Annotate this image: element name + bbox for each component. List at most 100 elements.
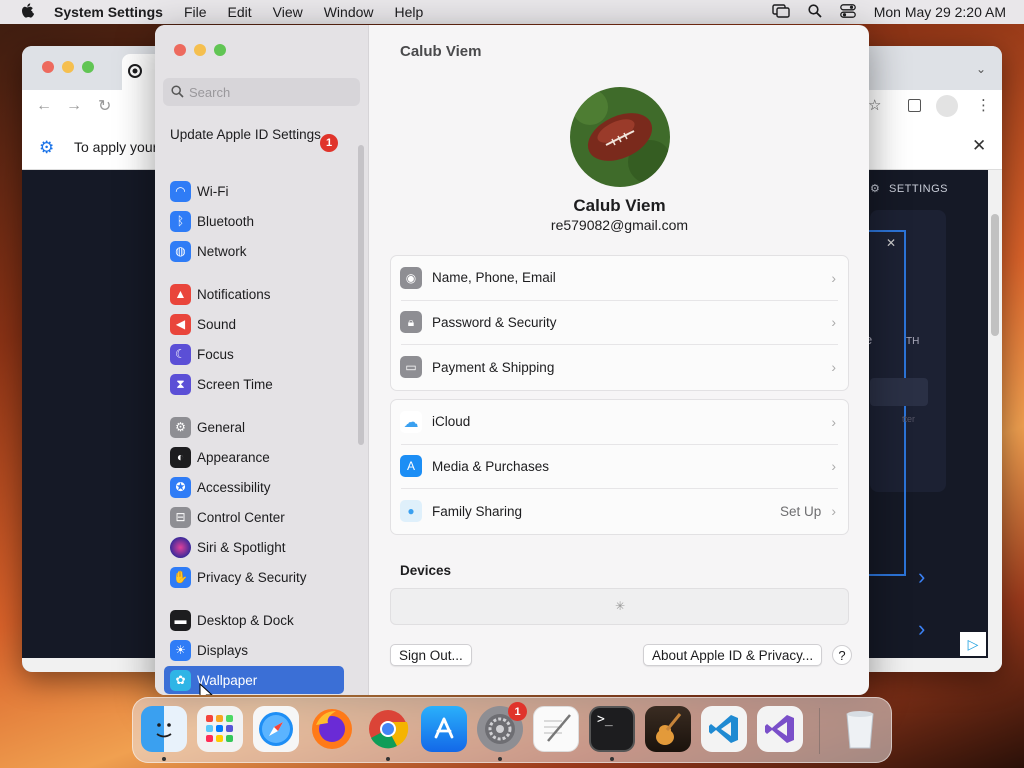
firefox-icon[interactable]	[309, 706, 355, 752]
terminal-icon[interactable]: >_	[589, 706, 635, 752]
browser-close-button[interactable]	[42, 61, 54, 73]
about-apple-id-privacy-button[interactable]: About Apple ID & Privacy...	[643, 644, 823, 666]
sidebar-item-siri-spotlight[interactable]: Siri & Spotlight	[164, 533, 344, 561]
screen-mirroring-icon[interactable]	[772, 3, 790, 21]
window-close-button[interactable]	[174, 44, 186, 56]
settings-search-input[interactable]: Search	[163, 78, 360, 106]
menu-file[interactable]: File	[184, 4, 207, 20]
sidebar-item-sound[interactable]: ◀ Sound	[164, 310, 344, 338]
row-icloud[interactable]: ☁ iCloud ›	[400, 400, 838, 445]
sidebar-item-label: Desktop & Dock	[197, 612, 294, 628]
side-panel-icon[interactable]	[908, 99, 921, 112]
profile-avatar-icon[interactable]	[936, 95, 958, 117]
dock-separator	[819, 708, 820, 754]
row-payment-shipping[interactable]: ▭ Payment & Shipping ›	[400, 345, 838, 390]
system-settings-badge: 1	[508, 702, 527, 721]
sidebar-item-wallpaper[interactable]: ✿ Wallpaper	[164, 666, 344, 694]
sidebar-item-control-center[interactable]: ⊟ Control Center	[164, 503, 344, 531]
page-settings-icon[interactable]: ⚙	[870, 182, 880, 195]
apple-menu-icon[interactable]	[20, 2, 36, 22]
sidebar-scrollbar[interactable]	[358, 145, 364, 445]
safari-icon[interactable]	[253, 706, 299, 752]
avatar[interactable]	[570, 87, 670, 187]
textedit-icon[interactable]	[533, 706, 579, 752]
finder-icon[interactable]	[141, 706, 187, 752]
reload-icon[interactable]: ↻	[98, 96, 111, 116]
app-store-dock-icon[interactable]	[421, 706, 467, 752]
wallpaper-icon: ✿	[170, 669, 191, 691]
row-label: iCloud	[432, 414, 471, 430]
row-family-sharing[interactable]: ● Family Sharing Set Up ›	[400, 489, 838, 534]
sidebar-item-update-apple-id[interactable]: Update Apple ID Settings	[170, 127, 340, 143]
vscode-icon[interactable]	[701, 706, 747, 752]
row-label: Password & Security	[432, 314, 557, 330]
sidebar-item-privacy-security[interactable]: ✋ Privacy & Security	[164, 563, 344, 591]
tab-list-chevron-icon[interactable]: ⌄	[976, 62, 986, 76]
control-center-icon[interactable]	[839, 3, 856, 21]
settings-sidebar: Search Update Apple ID Settings 1 ◠ Wi-F…	[155, 25, 369, 695]
browser-menu-icon[interactable]: ⋮	[976, 96, 991, 114]
forward-arrow-icon[interactable]: →	[66, 97, 82, 115]
dock-running-indicator	[386, 757, 390, 761]
infobar-gear-icon: ⚙	[39, 138, 55, 157]
sidebar-item-label: Sound	[197, 316, 237, 332]
page-next-arrow-icon[interactable]: ›	[918, 564, 925, 590]
page-next-arrow-icon-2[interactable]: ›	[918, 616, 925, 642]
sidebar-item-accessibility[interactable]: ✪ Accessibility	[164, 473, 344, 501]
page-scrollbar-thumb[interactable]	[991, 214, 999, 336]
sidebar-item-desktop-dock[interactable]: ▬ Desktop & Dock	[164, 606, 344, 634]
sidebar-item-network[interactable]: ◍ Network	[164, 237, 344, 265]
menu-window[interactable]: Window	[324, 4, 374, 20]
sidebar-item-displays[interactable]: ☀ Displays	[164, 636, 344, 664]
menu-edit[interactable]: Edit	[228, 4, 252, 20]
chevron-right-icon: ›	[831, 314, 836, 331]
sidebar-item-screen-time[interactable]: ⧗ Screen Time	[164, 370, 344, 398]
browser-minimize-button[interactable]	[62, 61, 74, 73]
accessibility-icon: ✪	[170, 476, 191, 498]
page-input-partial[interactable]	[870, 378, 928, 406]
sidebar-item-notifications[interactable]: ▲ Notifications	[164, 280, 344, 308]
chrome-icon[interactable]	[365, 706, 411, 752]
ad-choices-icon[interactable]: ▷	[960, 632, 986, 656]
menu-help[interactable]: Help	[395, 4, 424, 20]
loading-spinner-icon: ✳	[615, 599, 626, 613]
window-zoom-button[interactable]	[214, 44, 226, 56]
dock-running-indicator	[498, 757, 502, 761]
infobar-close-icon[interactable]: ✕	[972, 136, 986, 156]
spotlight-search-icon[interactable]	[808, 3, 822, 21]
row-password-security[interactable]: 🔒︎ Password & Security ›	[400, 301, 838, 345]
sidebar-item-appearance[interactable]: ◐ Appearance	[164, 443, 344, 471]
row-name-phone-email[interactable]: ◉ Name, Phone, Email ›	[400, 256, 838, 301]
page-scrollbar[interactable]	[988, 170, 1002, 672]
sidebar-item-label: Screen Time	[197, 376, 273, 392]
row-label: Payment & Shipping	[432, 359, 555, 375]
garageband-icon[interactable]	[645, 706, 691, 752]
gear-icon: ⚙	[170, 416, 191, 438]
row-label: Name, Phone, Email	[432, 270, 556, 286]
bookmark-star-icon[interactable]: ☆	[868, 96, 881, 114]
menu-view[interactable]: View	[273, 4, 303, 20]
back-arrow-icon[interactable]: ←	[36, 97, 52, 115]
sidebar-item-label: Bluetooth	[197, 213, 255, 229]
menu-app-name[interactable]: System Settings	[54, 4, 163, 20]
page-settings-label[interactable]: SETTINGS	[889, 183, 948, 195]
trash-icon[interactable]	[837, 706, 883, 752]
sign-out-button[interactable]: Sign Out...	[390, 644, 472, 666]
sidebar-item-general[interactable]: ⚙ General	[164, 413, 344, 441]
launchpad-icon[interactable]	[197, 706, 243, 752]
help-button[interactable]: ?	[832, 645, 852, 665]
speaker-icon: ◀	[170, 313, 191, 335]
page-title: Calub Viem	[400, 43, 482, 60]
sidebar-item-wifi[interactable]: ◠ Wi-Fi	[164, 177, 344, 205]
sidebar-item-focus[interactable]: ☾ Focus	[164, 340, 344, 368]
sidebar-item-label: Siri & Spotlight	[197, 539, 286, 555]
sidebar-item-bluetooth[interactable]: ᛒ Bluetooth	[164, 207, 344, 235]
row-media-purchases[interactable]: A Media & Purchases ›	[400, 445, 838, 489]
page-modal-close-icon[interactable]: ✕	[886, 236, 896, 250]
window-minimize-button[interactable]	[194, 44, 206, 56]
visual-studio-icon[interactable]	[757, 706, 803, 752]
dock-running-indicator	[162, 757, 166, 761]
menu-clock[interactable]: Mon May 29 2:20 AM	[874, 4, 1006, 20]
browser-zoom-button[interactable]	[82, 61, 94, 73]
chevron-right-icon: ›	[831, 413, 836, 430]
